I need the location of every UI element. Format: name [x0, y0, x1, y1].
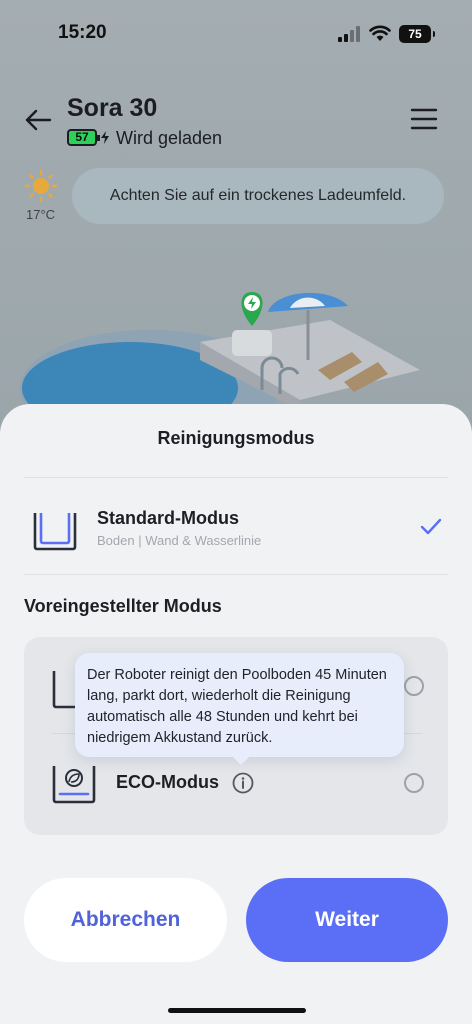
eco-mode-tooltip: Der Roboter reinigt den Poolboden 45 Min… [75, 653, 404, 765]
radio-button[interactable] [404, 676, 424, 696]
back-arrow-icon[interactable] [24, 108, 52, 132]
device-name: Sora 30 [67, 94, 158, 122]
info-icon[interactable] [232, 772, 254, 794]
standard-mode-icon [33, 513, 77, 551]
radio-button[interactable] [404, 773, 424, 793]
tip-banner: Achten Sie auf ein trockenes Ladeumfeld. [72, 168, 444, 224]
status-bar: 15:20 75 [0, 0, 472, 70]
charging-status: Wird geladen [116, 128, 223, 148]
pool-scene-illustration [20, 292, 420, 410]
phone-battery-indicator: 75 [399, 25, 435, 43]
cancel-button[interactable]: Abbrechen [24, 878, 227, 962]
standard-mode-title: Standard-Modus [97, 508, 239, 528]
home-indicator [168, 1008, 306, 1013]
sun-weather-icon [24, 169, 58, 203]
divider [24, 574, 448, 575]
preset-section-title: Voreingestellter Modus [24, 596, 222, 616]
cellular-signal-icon [338, 26, 360, 42]
wifi-icon [369, 25, 391, 41]
checkmark-icon [420, 518, 442, 535]
next-button[interactable]: Weiter [246, 878, 448, 962]
sheet-title: Reinigungsmodus [157, 428, 315, 448]
charging-bolt-icon [101, 131, 109, 144]
standard-mode-subtitle: Boden | Wand & Wasserlinie [97, 533, 262, 548]
charging-location-pin-icon [241, 292, 263, 326]
status-time: 15:20 [58, 22, 107, 43]
temperature: 17°C [26, 207, 56, 222]
standard-mode-option[interactable]: Standard-Modus Boden | Wand & Wasserlini… [24, 478, 448, 574]
eco-leaf-icon [52, 766, 96, 804]
device-battery-level: 57 [67, 129, 100, 146]
menu-icon[interactable] [410, 108, 438, 130]
eco-mode-label: ECO-Modus [116, 772, 219, 792]
